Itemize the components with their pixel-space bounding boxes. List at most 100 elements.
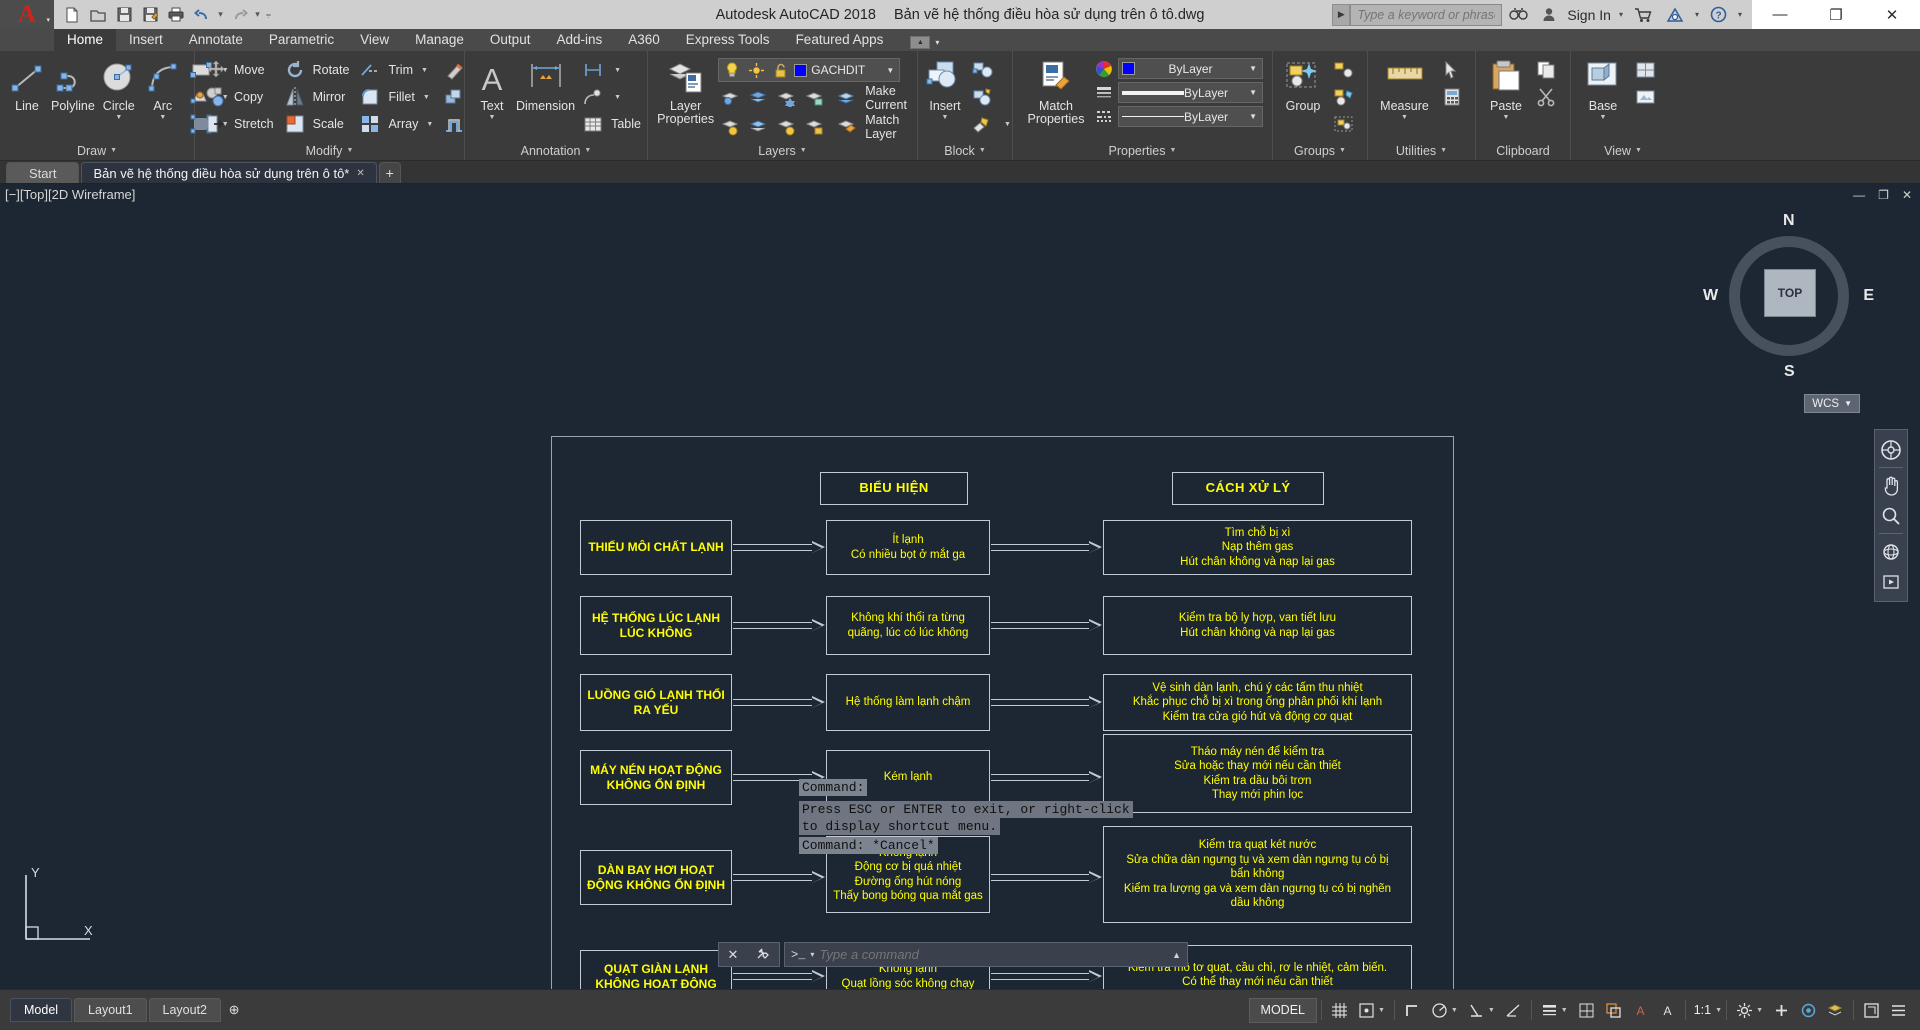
panel-utilities-expand-icon[interactable]: ▼ [1440,147,1447,154]
tool-make-current[interactable]: Make Current [830,84,912,112]
command-line[interactable]: ✕ >_ ▾ ▲ [718,942,1188,967]
unlock-icon[interactable] [770,60,790,80]
ribbon-minimize-control[interactable]: ▲ ▾ [910,36,939,51]
tool-insert-block-dropdown-icon[interactable]: ▼ [942,114,949,121]
hardware-acceleration-icon[interactable] [1795,996,1822,1024]
close-button[interactable]: ✕ [1864,0,1920,29]
snap-mode-dropdown-icon[interactable]: ▼ [1378,1007,1385,1014]
layer-unlock-icon[interactable] [802,114,828,140]
panel-properties-title[interactable]: Properties ▼ [1013,141,1272,160]
tool-paste-dropdown-icon[interactable]: ▼ [1503,114,1510,121]
panel-layers-expand-icon[interactable]: ▼ [800,147,807,154]
search-input[interactable] [1357,7,1496,22]
sign-in-button[interactable]: Sign In [1563,7,1615,23]
infocenter-icon[interactable] [1502,7,1535,22]
view-cube-top-face[interactable]: TOP [1764,269,1816,317]
tool-layer-properties[interactable]: Layer Properties [653,55,718,129]
color-property-swatch[interactable] [1122,62,1135,75]
tool-group-edit[interactable] [1328,84,1362,110]
panel-draw-expand-icon[interactable]: ▼ [110,147,117,154]
layer-turn-all-on-icon[interactable] [774,114,800,140]
tool-text[interactable]: A Text ▼ [470,55,514,124]
ribbon-tab-express-tools[interactable]: Express Tools [673,29,783,51]
polar-tracking-icon[interactable]: ▼ [1426,996,1463,1024]
annotation-scale-dropdown-icon[interactable]: ▼ [1715,1007,1722,1014]
workspace-switching-icon[interactable]: ▼ [1731,996,1768,1024]
tool-fillet[interactable]: Fillet ▼ [354,84,438,110]
compass-south-label[interactable]: S [1784,363,1795,381]
panel-layers-title[interactable]: Layers ▼ [648,141,917,160]
pan-icon[interactable] [1876,471,1906,500]
linetype-property-dropdown-icon[interactable]: ▼ [1246,112,1260,121]
viewport-label[interactable]: [−][Top][2D Wireframe] [5,187,135,202]
tool-insert-block[interactable]: Insert ▼ [923,55,967,124]
layer-isolate-icon[interactable] [718,85,744,111]
object-snap-tracking-icon[interactable] [1500,996,1527,1024]
view-cube[interactable]: TOP N S E W [1703,212,1874,381]
plot-icon[interactable] [164,3,188,27]
showmotion-icon[interactable] [1876,567,1906,596]
panel-annotation-expand-icon[interactable]: ▼ [584,147,591,154]
ribbon-minimize-icon[interactable]: ▲ [910,36,931,49]
compass-east-label[interactable]: E [1863,287,1874,305]
tool-group[interactable]: Group [1278,55,1328,116]
tool-measure-dropdown-icon[interactable]: ▼ [1401,114,1408,121]
snap-mode-icon[interactable]: ▼ [1353,996,1390,1024]
command-input[interactable] [819,947,1168,962]
a360-dropdown-icon[interactable]: ▾ [1691,10,1703,19]
tool-leader[interactable]: ▼ [577,84,646,110]
panel-modify-expand-icon[interactable]: ▼ [346,147,353,154]
ribbon-tab-addins[interactable]: Add-ins [543,29,615,51]
tool-arc[interactable]: Arc ▼ [141,55,185,124]
new-document-tab-button[interactable]: + [378,162,401,183]
autodesk-a360-icon[interactable] [1659,7,1691,23]
layer-off-icon[interactable] [718,114,744,140]
ortho-mode-icon[interactable] [1399,996,1426,1024]
color-wheel-icon[interactable] [1094,59,1114,79]
restore-button[interactable]: ❐ [1808,0,1864,29]
ribbon-minimize-dropdown-icon[interactable]: ▾ [935,38,939,47]
linetype-property-combo[interactable]: ByLayer ▼ [1118,106,1263,127]
tool-stretch[interactable]: Stretch [200,111,279,137]
color-property-dropdown-icon[interactable]: ▼ [1246,64,1260,73]
grid-display-icon[interactable] [1326,996,1353,1024]
selection-cycling-icon[interactable] [1600,996,1627,1024]
layer-freeze-icon[interactable] [774,85,800,111]
current-layer-combo[interactable]: GACHDIT ▼ [718,58,901,82]
panel-draw-title[interactable]: Draw ▼ [0,141,194,160]
tool-trim[interactable]: Trim ▼ [354,57,438,83]
new-file-icon[interactable] [60,3,84,27]
panel-modify-title[interactable]: Modify ▼ [195,141,464,160]
tool-quick-calc[interactable] [1436,84,1470,110]
layout-tab-model[interactable]: Model [10,998,73,1022]
tool-base-view[interactable]: Base ▼ [1576,55,1630,124]
tool-dimension-style-dropdown-icon[interactable]: ▼ [614,67,621,74]
tool-paste[interactable]: Paste ▼ [1481,55,1531,124]
command-line-close-icon[interactable]: ✕ [728,947,739,963]
tool-table[interactable]: Table [577,111,646,137]
redo-icon[interactable] [227,3,251,27]
annotation-visibility-icon[interactable]: A [1654,996,1681,1024]
lineweight-property-combo[interactable]: ByLayer ▼ [1118,82,1263,103]
quick-access-toolbar[interactable]: ▾ ▾ ⩦ [54,0,279,29]
tool-ungroup[interactable] [1328,57,1362,83]
ribbon-tab-home[interactable]: Home [54,29,117,51]
save-icon[interactable] [112,3,136,27]
tool-measure[interactable]: Measure ▼ [1373,55,1436,124]
command-prompt-dropdown-icon[interactable]: ▾ [810,950,814,959]
tool-group-selection-on-off[interactable] [1328,111,1362,137]
tool-circle[interactable]: Circle ▼ [97,55,141,124]
linetype-icon[interactable] [1094,107,1114,127]
viewport-close-icon[interactable]: ✕ [1902,188,1912,202]
model-paper-toggle[interactable]: MODEL [1248,997,1317,1023]
tool-match-layer[interactable]: Match Layer [830,113,912,141]
panel-groups-expand-icon[interactable]: ▼ [1339,147,1346,154]
app-menu-button[interactable]: A ▾ [0,0,54,29]
tool-move[interactable]: Move [200,57,279,83]
command-line-customize-icon[interactable] [755,946,770,964]
panel-block-expand-icon[interactable]: ▼ [979,147,986,154]
tool-dimension[interactable]: Dimension [514,55,577,116]
user-account-icon[interactable] [1535,7,1563,22]
tool-array-dropdown-icon[interactable]: ▼ [426,121,433,128]
tool-viewport-config[interactable] [1630,57,1664,83]
